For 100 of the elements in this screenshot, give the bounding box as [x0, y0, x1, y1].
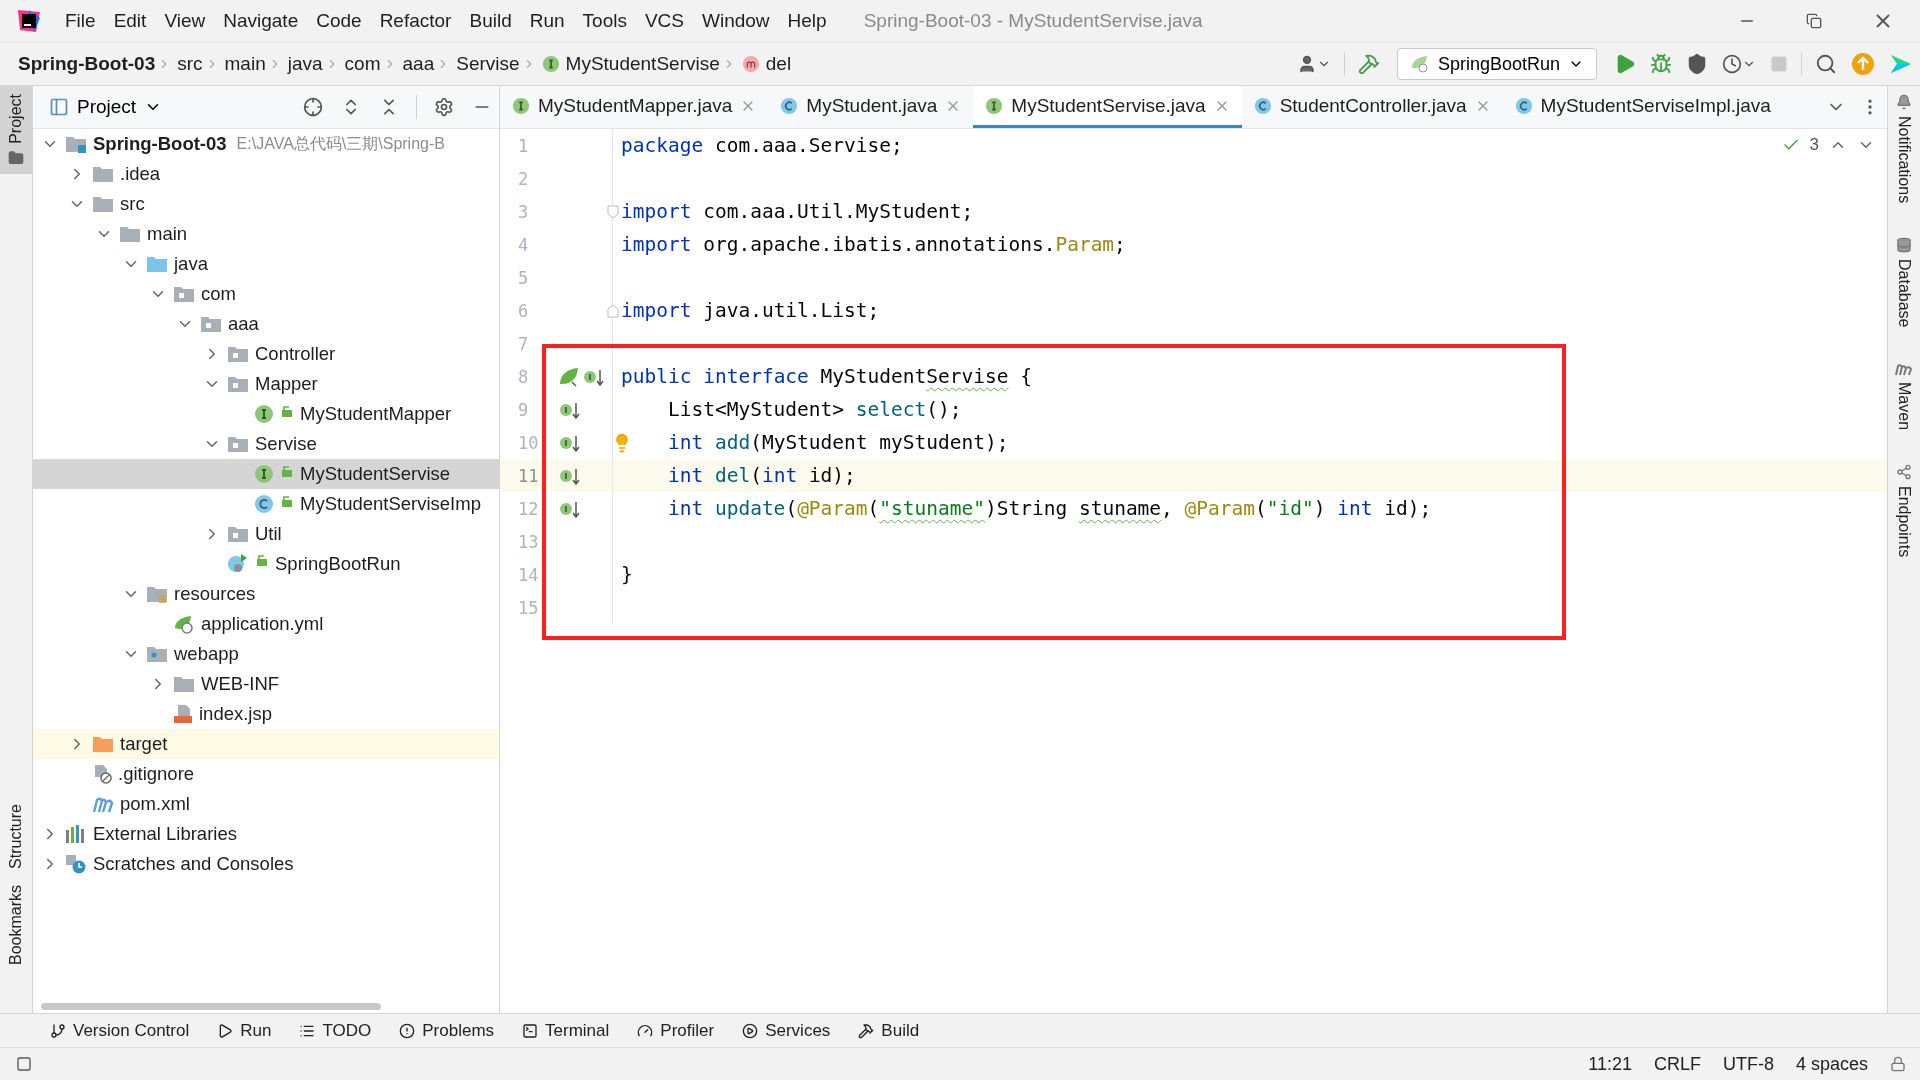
lock-icon[interactable] [1890, 1056, 1906, 1072]
tree-item[interactable]: java [33, 249, 499, 279]
tree-item[interactable]: Mapper [33, 369, 499, 399]
settings-icon[interactable] [434, 97, 454, 117]
window-title: Spring-Boot-03 - MyStudentServise.java [863, 10, 1203, 32]
tree-item-label: Servise [255, 433, 317, 455]
menu-item[interactable]: Refactor [370, 10, 461, 32]
line-number: 3 [517, 201, 530, 222]
menu-item[interactable]: Run [520, 10, 574, 32]
tree-item[interactable]: MyStudentMapper [33, 399, 499, 429]
restore-icon[interactable] [1806, 13, 1822, 29]
tree-item-label: Mapper [255, 373, 318, 395]
breadcrumb[interactable]: com [344, 53, 381, 75]
status-item[interactable]: CRLF [1653, 1053, 1701, 1075]
line-number: 9 [517, 399, 530, 420]
menu-item[interactable]: Window [693, 10, 779, 32]
shield-icon[interactable] [1686, 53, 1708, 75]
tree-item[interactable]: application.yml [33, 609, 499, 639]
status-item[interactable]: 11:21 [1588, 1053, 1632, 1075]
search-icon[interactable] [1815, 53, 1837, 75]
run-configuration-dropdown[interactable]: SpringBootRun [1396, 48, 1597, 80]
tree-item[interactable]: MyStudentServiseImp [33, 489, 499, 519]
tree-item[interactable]: .gitignore [33, 759, 499, 789]
code-line: int add(MyStudent myStudent); [667, 431, 1009, 454]
tool-window-tab[interactable]: Project [0, 86, 32, 174]
tool-window-button[interactable]: Build [848, 1020, 930, 1041]
tree-item-label: src [120, 193, 145, 215]
tree-item[interactable]: WEB-INF [33, 669, 499, 699]
tree-item[interactable]: Scratches and Consoles [33, 849, 499, 879]
project-view-selector[interactable]: Project [43, 95, 169, 119]
tree-item[interactable]: Spring-Boot-03 E:\JAVA总代码\三期\Spring-B [33, 129, 499, 159]
tool-window-button[interactable]: Services [732, 1020, 841, 1041]
breadcrumb[interactable]: aaa [402, 53, 435, 75]
tree-item[interactable]: Util [33, 519, 499, 549]
editor-tab[interactable]: MyStudentServiseImpl.java [1502, 86, 1783, 128]
panel-icon [49, 97, 69, 117]
hammer-icon[interactable] [1357, 53, 1380, 75]
editor-tab[interactable]: MyStudentMapper.java [500, 86, 769, 128]
tree-item[interactable]: Controller [33, 339, 499, 369]
tree-item[interactable]: MyStudentServise [33, 459, 499, 489]
menu-item[interactable]: Edit [104, 10, 156, 32]
editor-tab[interactable]: StudentController.java [1241, 86, 1503, 128]
tool-window-tab[interactable]: Structure [0, 796, 32, 877]
menu-item[interactable]: Help [778, 10, 836, 32]
tool-window-button[interactable]: Terminal [512, 1020, 620, 1041]
tree-item[interactable]: Servise [33, 429, 499, 459]
menu-item[interactable]: File [56, 10, 105, 32]
debug-icon[interactable] [1650, 53, 1672, 75]
tool-window-tab[interactable]: Maven [1888, 353, 1920, 438]
tree-item-label: Util [255, 523, 282, 545]
status-item[interactable]: 4 spaces [1795, 1053, 1868, 1075]
tree-item[interactable]: SpringBootRun [33, 549, 499, 579]
tree-item[interactable]: pom.xml [33, 789, 499, 819]
tool-window-tab[interactable]: Database [1888, 229, 1920, 336]
menu-item[interactable]: VCS [635, 10, 693, 32]
tool-window-tab[interactable]: Notifications [1888, 86, 1920, 212]
bean-icon[interactable] [558, 365, 580, 388]
locate-icon[interactable] [303, 97, 323, 117]
tree-item-label: SpringBootRun [275, 553, 401, 575]
tree-item[interactable]: webapp [33, 639, 499, 669]
tool-window-button[interactable]: Problems [389, 1020, 505, 1041]
tree-item[interactable]: .idea [33, 159, 499, 189]
tree-item[interactable]: com [33, 279, 499, 309]
tree-item-label: MyStudentMapper [300, 403, 452, 425]
tree-item[interactable]: target [33, 729, 499, 759]
tool-window-button[interactable]: TODO [289, 1020, 382, 1041]
tool-window-button[interactable]: Version Control [40, 1020, 200, 1041]
breadcrumb[interactable]: MyStudentServise [541, 53, 720, 75]
editor-tab[interactable]: MyStudentServise.java [973, 86, 1242, 128]
web-folder-icon [146, 645, 168, 663]
menu-item[interactable]: Tools [573, 10, 636, 32]
editor-tab[interactable]: MyStudent.java [768, 86, 974, 128]
panel-toggle-icon[interactable] [16, 1056, 32, 1072]
tree-item[interactable]: main [33, 219, 499, 249]
tree-item[interactable]: src [33, 189, 499, 219]
status-item[interactable]: UTF-8 [1722, 1053, 1774, 1075]
menu-item[interactable]: View [155, 10, 215, 32]
tool-window-button[interactable]: Run [207, 1020, 282, 1041]
breadcrumb[interactable]: del [741, 53, 792, 75]
tree-item[interactable]: resources [33, 579, 499, 609]
tree-item[interactable]: External Libraries [33, 819, 499, 849]
menu-item[interactable]: Navigate [214, 10, 308, 32]
breadcrumb[interactable]: main [224, 53, 266, 75]
tree-item[interactable]: aaa [33, 309, 499, 339]
tree-item[interactable]: index.jsp [33, 699, 499, 729]
breadcrumb[interactable]: java [287, 53, 323, 75]
resources-folder-icon [146, 585, 168, 603]
tool-window-button[interactable]: Profiler [627, 1020, 725, 1041]
breadcrumb[interactable]: src [177, 53, 203, 75]
breadcrumb[interactable]: Servise [456, 53, 520, 75]
tool-window-tab[interactable]: Bookmarks [0, 876, 32, 973]
clock-icon[interactable] [1722, 54, 1742, 74]
endpoints-icon [1896, 463, 1912, 480]
access-icon [280, 404, 294, 418]
menu-item[interactable]: Code [307, 10, 371, 32]
scrollbar-thumb[interactable] [41, 1002, 381, 1010]
tool-window-tab[interactable]: Endpoints [1888, 455, 1920, 565]
interface-icon [254, 404, 274, 424]
menu-item[interactable]: Build [460, 10, 521, 32]
breadcrumb[interactable]: Spring-Boot-03 [18, 53, 156, 75]
